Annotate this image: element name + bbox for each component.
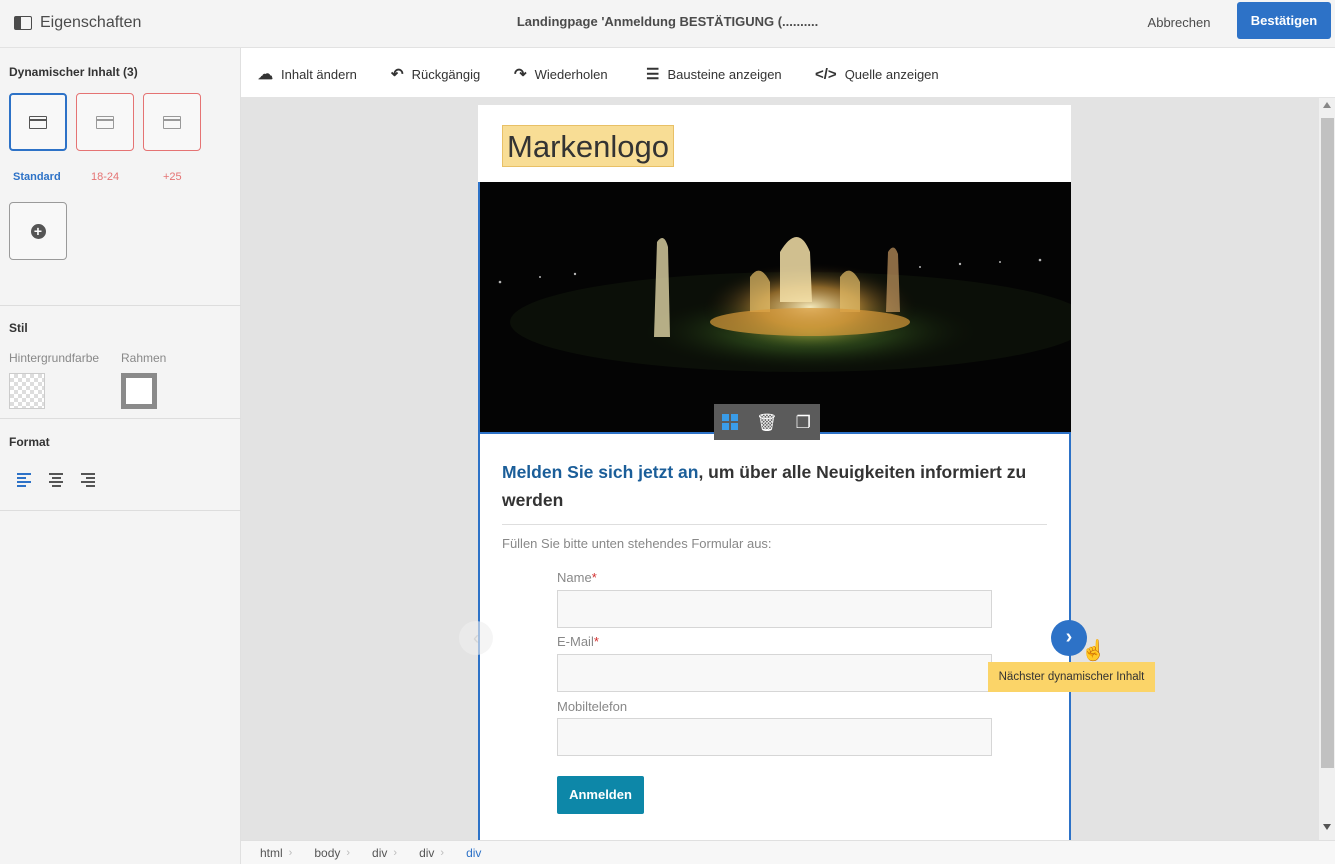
name-input[interactable] [557, 590, 992, 628]
chevron-right-icon: › [346, 846, 351, 859]
vertical-scrollbar[interactable] [1318, 98, 1335, 840]
editor-canvas: Markenlogo Melden Sie sich jetzt an, um … [241, 98, 1318, 840]
element-breadcrumb: html › body › div › div › div [241, 840, 1335, 864]
scroll-down-icon[interactable] [1323, 824, 1331, 830]
content-block-icon [29, 115, 47, 129]
align-center-icon[interactable] [49, 473, 63, 487]
chevron-right-icon: › [393, 846, 398, 859]
hero-image[interactable] [478, 182, 1071, 432]
style-title: Stil [9, 321, 28, 335]
form-headline: Melden Sie sich jetzt an, um über alle N… [502, 458, 1042, 514]
form-intro: Füllen Sie bitte unten stehendes Formula… [502, 536, 772, 551]
email-input[interactable] [557, 654, 992, 692]
content-block-icon [163, 115, 181, 129]
border-label: Rahmen [121, 351, 167, 365]
redo-label: Wiederholen [534, 66, 608, 82]
trash-icon[interactable]: 🗑 [756, 414, 778, 431]
brand-logo-block[interactable]: Markenlogo [502, 125, 674, 167]
add-variant-button[interactable]: + [9, 202, 67, 260]
email-label: E-Mail* [557, 634, 599, 649]
cancel-button[interactable]: Abbrechen [1131, 9, 1227, 37]
email-label-text: E-Mail [557, 634, 594, 649]
mobile-label-text: Mobiltelefon [557, 699, 628, 714]
align-left-icon[interactable] [17, 473, 31, 487]
headline-highlight: Melden Sie sich jetzt an [502, 462, 699, 482]
breadcrumb-item-active[interactable]: div [466, 846, 481, 860]
breadcrumb-item[interactable]: div [372, 846, 387, 860]
chevron-right-icon: › [288, 846, 293, 859]
divider [0, 305, 241, 306]
variant-label-standard[interactable]: Standard [13, 171, 61, 183]
plus-circle-icon: + [30, 223, 46, 239]
border-swatch[interactable] [121, 373, 157, 409]
redo-icon: ↷ [514, 66, 527, 83]
next-content-tooltip: Nächster dynamischer Inhalt [988, 662, 1155, 692]
submit-button[interactable]: Anmelden [557, 776, 644, 814]
variant-18-24[interactable] [76, 93, 134, 151]
cloud-upload-icon: ☁ [258, 66, 273, 83]
confirm-button[interactable]: Bestätigen [1237, 2, 1331, 39]
divider [502, 524, 1047, 525]
previous-content-arrow[interactable]: ‹ [459, 621, 493, 655]
format-title: Format [9, 435, 50, 449]
show-source-button[interactable]: </> Quelle anzeigen [815, 64, 939, 84]
mobile-input[interactable] [557, 718, 992, 756]
fountain-night-image [480, 182, 1071, 432]
change-content-button[interactable]: ☁ Inhalt ändern [258, 64, 357, 84]
variant-standard[interactable] [9, 93, 67, 151]
divider [0, 510, 241, 511]
variant-plus-25[interactable] [143, 93, 201, 151]
bg-color-label: Hintergrundfarbe [9, 351, 100, 365]
scroll-thumb[interactable] [1321, 118, 1334, 768]
layout-grid-icon[interactable] [722, 414, 738, 430]
block-toolbar: 🗑 ❐ [714, 404, 820, 440]
change-content-label: Inhalt ändern [281, 66, 357, 82]
mobile-label: Mobiltelefon [557, 699, 627, 714]
list-icon: ☰ [646, 66, 660, 83]
signup-form-block[interactable]: Melden Sie sich jetzt an, um über alle N… [478, 432, 1071, 840]
show-blocks-label: Bausteine anzeigen [667, 66, 782, 82]
align-right-icon[interactable] [81, 473, 95, 487]
alignment-group [17, 473, 95, 487]
redo-button[interactable]: ↷ Wiederholen [514, 64, 608, 84]
undo-icon: ↶ [391, 66, 404, 83]
required-mark: * [591, 570, 597, 585]
chevron-right-icon: › [440, 846, 445, 859]
show-source-label: Quelle anzeigen [844, 66, 939, 82]
divider [0, 418, 241, 419]
top-bar: Eigenschaften Landingpage 'Anmeldung BES… [0, 0, 1335, 48]
editor-toolbar: ☁ Inhalt ändern ↶ Rückgängig ↷ Wiederhol… [241, 48, 1335, 98]
hand-cursor-icon: ☝ [1081, 640, 1106, 662]
dynamic-content-title: Dynamischer Inhalt (3) [9, 65, 138, 79]
name-label-text: Name [557, 570, 592, 585]
brand-logo-text: Markenlogo [507, 129, 669, 164]
code-icon: </> [815, 65, 837, 83]
breadcrumb-item[interactable]: body [314, 846, 340, 860]
undo-button[interactable]: ↶ Rückgängig [391, 64, 480, 84]
scroll-up-icon[interactable] [1323, 102, 1331, 108]
breadcrumb-item[interactable]: div [419, 846, 434, 860]
landing-page: Markenlogo Melden Sie sich jetzt an, um … [478, 105, 1071, 840]
show-blocks-button[interactable]: ☰ Bausteine anzeigen [646, 64, 782, 84]
variant-label-plus-25[interactable]: +25 [163, 171, 182, 183]
properties-sidebar: Dynamischer Inhalt (3) Standard 18-24 +2… [0, 48, 241, 864]
required-mark: * [593, 634, 599, 649]
undo-label: Rückgängig [411, 66, 481, 82]
content-block-icon [96, 115, 114, 129]
breadcrumb-item[interactable]: html [260, 846, 283, 860]
duplicate-icon[interactable]: ❐ [796, 414, 811, 431]
name-label: Name* [557, 570, 597, 585]
bg-color-swatch[interactable] [9, 373, 45, 409]
variant-label-18-24[interactable]: 18-24 [91, 171, 119, 183]
